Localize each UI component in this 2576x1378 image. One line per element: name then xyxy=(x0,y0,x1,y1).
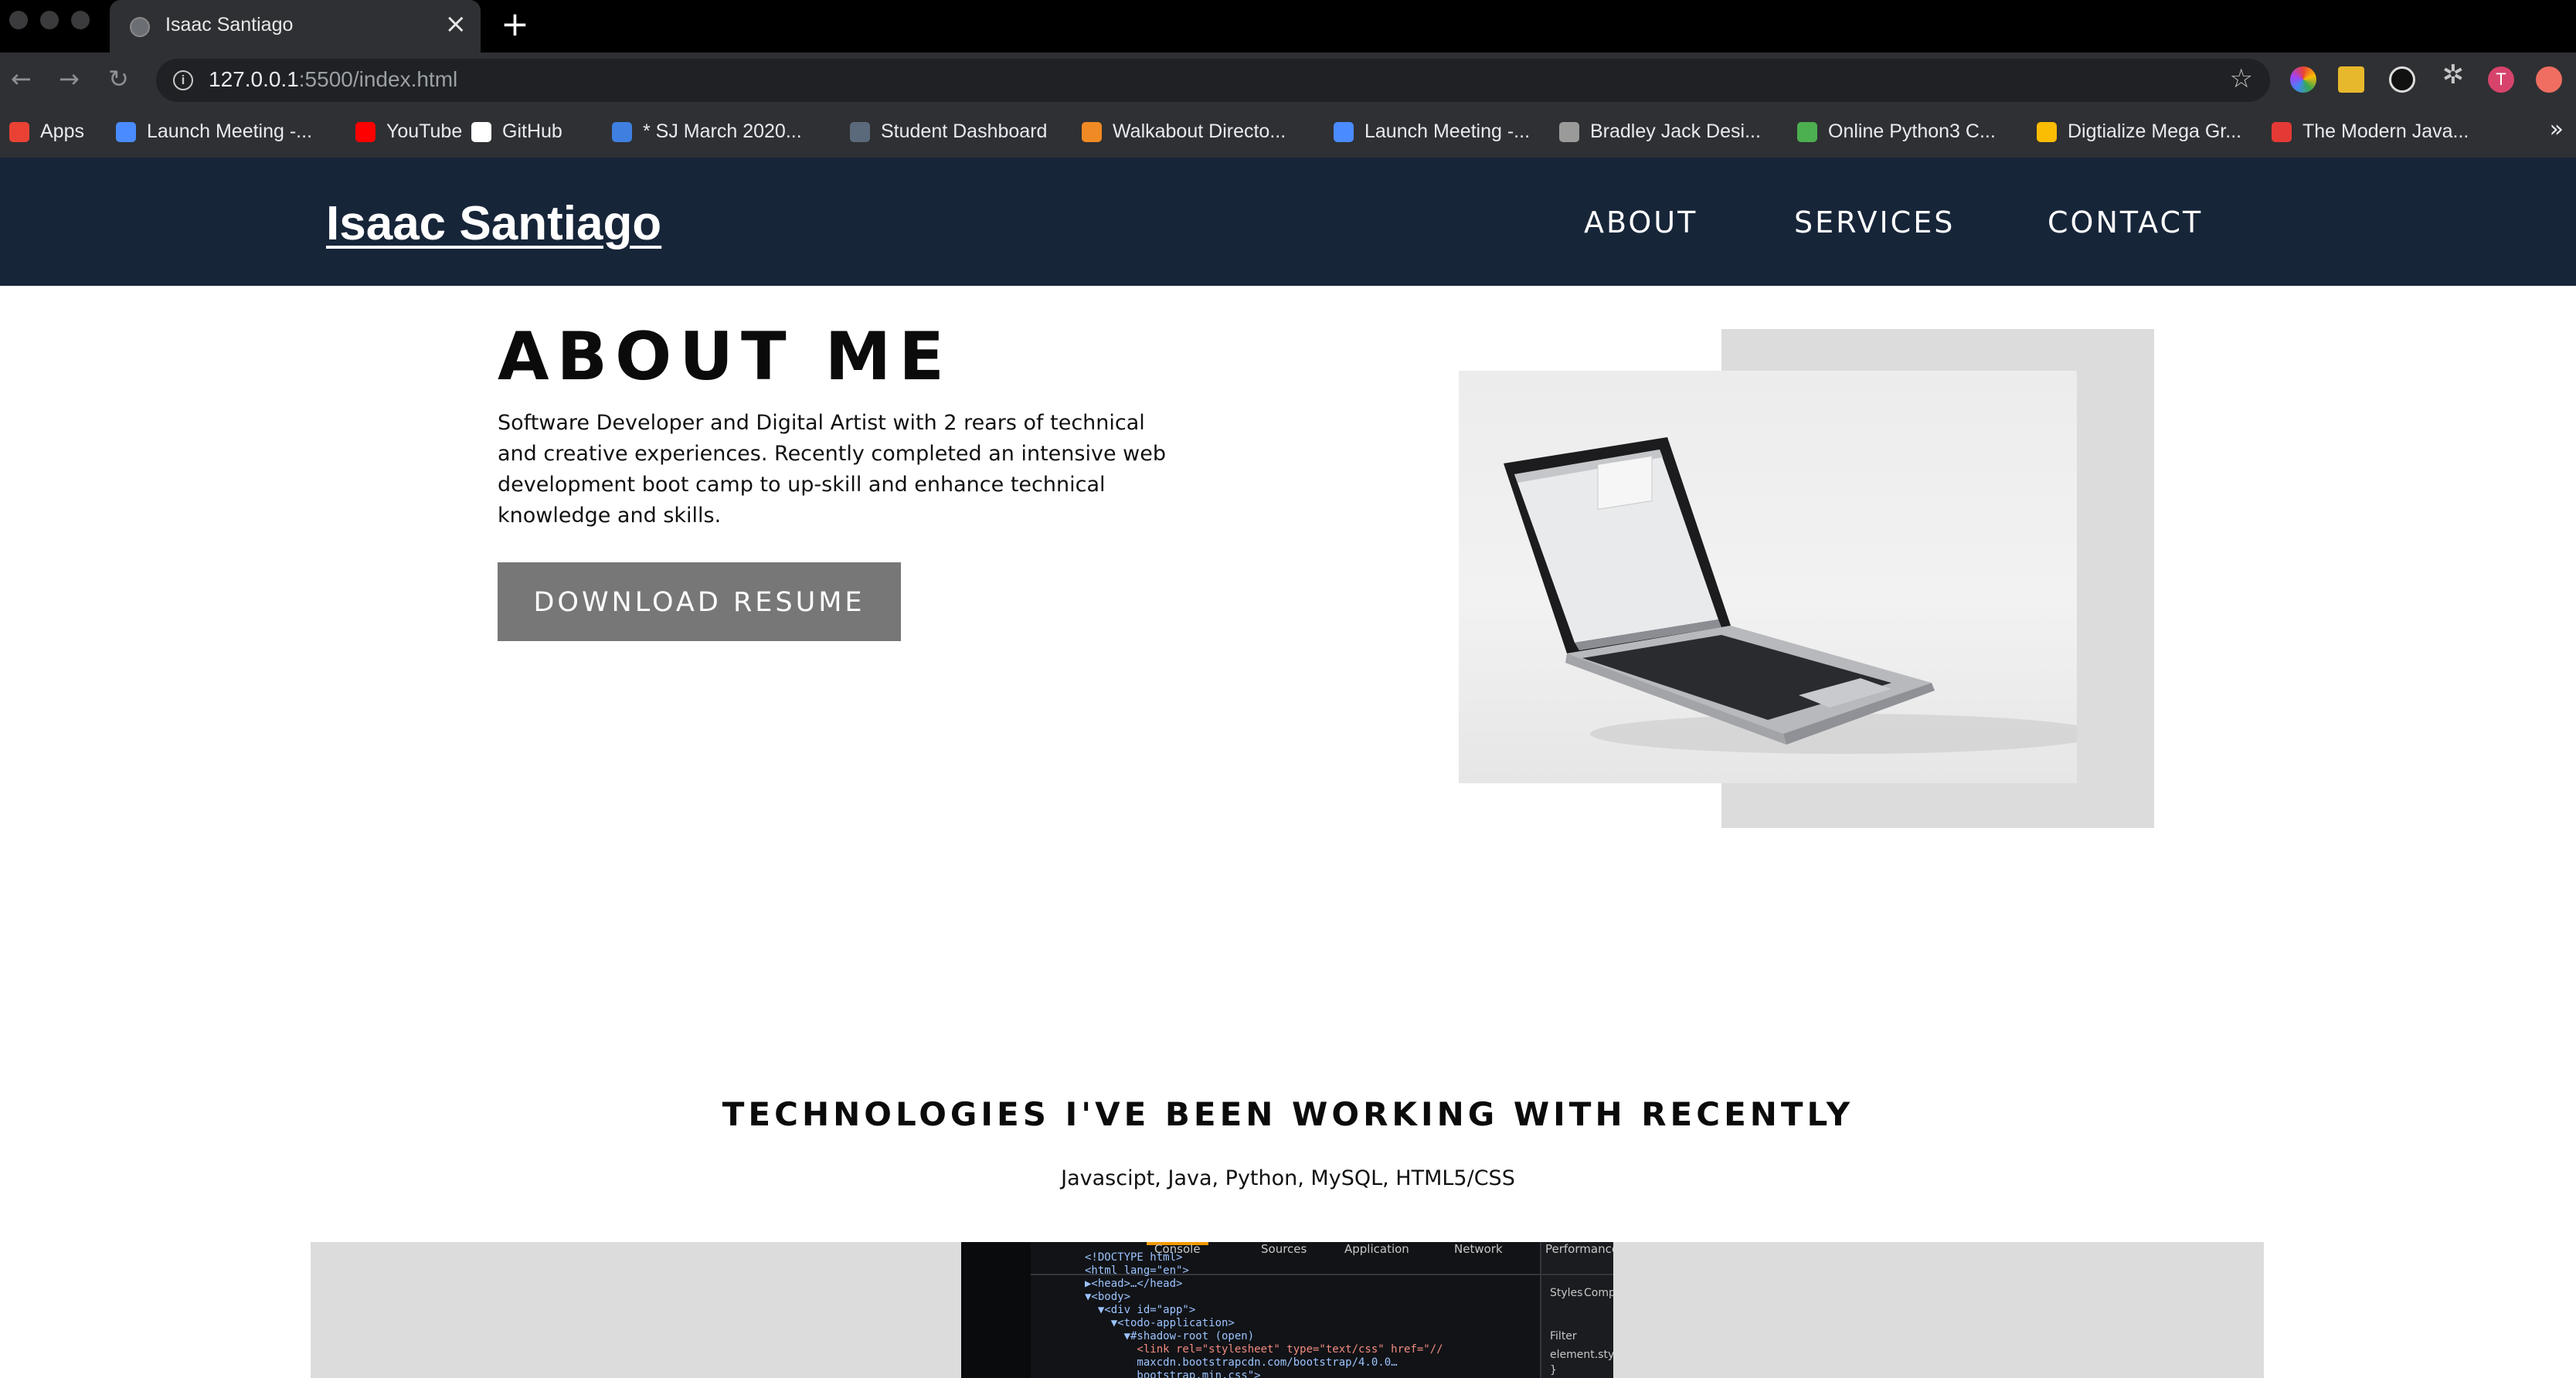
code-line: ▶<head>…</head> xyxy=(1085,1278,1182,1290)
minimize-window-icon[interactable] xyxy=(40,11,59,29)
bookmark-label: YouTube xyxy=(386,120,463,142)
bookmark-item[interactable]: The Modern Java... xyxy=(2272,120,2469,143)
forward-arrow-icon[interactable]: → xyxy=(59,63,80,94)
bookmark-item[interactable]: GitHub xyxy=(471,120,562,143)
bookmark-item[interactable]: * SJ March 2020... xyxy=(612,120,802,143)
brand-logo-link[interactable]: Isaac Santiago xyxy=(326,196,661,251)
bookmark-label: GitHub xyxy=(502,120,562,142)
bookmark-label: Apps xyxy=(40,120,84,142)
code-line: ▼#shadow-root (open) xyxy=(1085,1330,1254,1342)
bookmark-item[interactable]: Launch Meeting -... xyxy=(1334,120,1530,143)
github-icon xyxy=(471,121,491,142)
color-extension-icon[interactable] xyxy=(2290,66,2316,93)
figure-icon xyxy=(2272,121,2292,142)
url-path: :5500/index.html xyxy=(298,67,458,91)
bookmark-label: Walkabout Directo... xyxy=(1113,120,1286,142)
bookmark-item[interactable]: Launch Meeting -... xyxy=(116,120,312,143)
bookmark-star-icon[interactable]: ☆ xyxy=(2230,63,2253,94)
url-text[interactable]: 127.0.0.1:5500/index.html xyxy=(209,67,457,92)
yellow-extension-icon[interactable] xyxy=(2338,66,2364,93)
bookmark-item[interactable]: Digtialize Mega Gr... xyxy=(2037,120,2241,143)
about-heading: ABOUT ME xyxy=(498,318,952,395)
close-window-icon[interactable] xyxy=(9,11,28,29)
globe-icon xyxy=(130,17,150,37)
browser-tab-strip: Isaac Santiago × + xyxy=(0,0,2576,53)
back-arrow-icon[interactable]: ← xyxy=(11,63,32,94)
devtools-side-label: Comp xyxy=(1584,1287,1613,1299)
zoom-icon xyxy=(1334,121,1354,142)
address-bar[interactable]: i 127.0.0.1:5500/index.html ☆ xyxy=(156,59,2270,102)
bookmark-label: The Modern Java... xyxy=(2302,120,2469,142)
devtools-side-label: element.styl xyxy=(1550,1349,1613,1361)
bookmark-label: * SJ March 2020... xyxy=(643,120,802,142)
maximize-window-icon[interactable] xyxy=(71,11,90,29)
apps-grid-icon xyxy=(9,121,29,142)
browser-tab[interactable]: Isaac Santiago × xyxy=(110,0,481,53)
profile-avatar[interactable]: T xyxy=(2488,66,2514,93)
code-line: ▼<todo-application> xyxy=(1085,1317,1235,1329)
tab-title: Isaac Santiago xyxy=(165,14,294,36)
devtools-illustration: Console Sources Application Network Performa… xyxy=(961,1242,1613,1378)
bookmark-label: Student Dashboard xyxy=(881,120,1048,142)
info-icon[interactable]: i xyxy=(173,70,193,90)
power-icon xyxy=(612,121,632,142)
devtools-side-label: Filter xyxy=(1550,1330,1577,1342)
devtools-tab-label: Performance xyxy=(1545,1242,1613,1256)
more-bookmarks-icon[interactable]: » xyxy=(2550,116,2564,143)
dark-extension-icon[interactable] xyxy=(2389,66,2415,93)
red-extension-icon[interactable] xyxy=(2536,66,2562,93)
nav-contact-link[interactable]: CONTACT xyxy=(2048,205,2203,239)
devtools-tab-label: Sources xyxy=(1261,1242,1307,1256)
about-description: Software Developer and Digital Artist wi… xyxy=(498,411,1166,528)
bookmark-item[interactable]: YouTube xyxy=(355,120,462,143)
devtools-side-label: Styles xyxy=(1550,1287,1582,1299)
devtools-code-screenshot: Console Sources Application Network Performa… xyxy=(961,1242,1613,1378)
nav-about-link[interactable]: ABOUT xyxy=(1584,205,1698,239)
reload-icon[interactable]: ↻ xyxy=(108,63,129,94)
bookmark-item[interactable]: Apps xyxy=(9,120,84,143)
bookmark-item[interactable]: Bradley Jack Desi... xyxy=(1559,120,1761,143)
bookmarks-bar: Apps Launch Meeting -... YouTube GitHub * SJ… xyxy=(0,111,2576,158)
bookmark-label: Online Python3 C... xyxy=(1828,120,1996,142)
devtools-tab-label: Application xyxy=(1344,1242,1409,1256)
extensions-puzzle-icon[interactable]: ✲ xyxy=(2440,62,2466,88)
devtools-tab-label: Network xyxy=(1454,1242,1503,1256)
code-icon xyxy=(1797,121,1817,142)
bookmark-item[interactable]: Walkabout Directo... xyxy=(1082,120,1286,143)
code-line: <!DOCTYPE html> xyxy=(1085,1251,1182,1264)
code-line: maxcdn.bootstrapcdn.com/bootstrap/4.0.0… xyxy=(1085,1356,1398,1369)
gate-icon xyxy=(850,121,870,142)
bookmark-label: Bradley Jack Desi... xyxy=(1590,120,1761,142)
code-line: ▼<body> xyxy=(1085,1291,1130,1303)
new-tab-icon[interactable]: + xyxy=(501,8,529,42)
bookmark-label: Launch Meeting -... xyxy=(1364,120,1531,142)
person-icon xyxy=(1559,121,1579,142)
technologies-list: Javascipt, Java, Python, MySQL, HTML5/CS… xyxy=(1061,1166,1515,1190)
devtools-side-label: } xyxy=(1550,1364,1557,1376)
youtube-icon xyxy=(355,121,376,142)
code-line: bootstrap.min.css"> xyxy=(1085,1370,1261,1378)
code-line: ▼<div id="app"> xyxy=(1085,1304,1195,1316)
close-tab-icon[interactable]: × xyxy=(445,11,467,37)
walkabout-icon xyxy=(1082,121,1102,142)
bookmark-label: Digtialize Mega Gr... xyxy=(2068,120,2242,142)
nav-services-link[interactable]: SERVICES xyxy=(1794,205,1955,239)
laptop-illustration xyxy=(1504,437,2077,754)
code-line: <html lang="en"> xyxy=(1085,1264,1189,1277)
bookmark-item[interactable]: Student Dashboard xyxy=(850,120,1047,143)
site-navbar: Isaac Santiago ABOUT SERVICES CONTACT xyxy=(0,158,2576,286)
drive-icon xyxy=(2037,121,2057,142)
bookmark-item[interactable]: Online Python3 C... xyxy=(1797,120,1996,143)
bookmark-label: Launch Meeting -... xyxy=(147,120,313,142)
download-resume-button[interactable]: DOWNLOAD RESUME xyxy=(498,562,901,641)
laptop-photo xyxy=(1459,371,2077,783)
url-host: 127.0.0.1 xyxy=(209,67,299,91)
technologies-heading: TECHNOLOGIES I'VE BEEN WORKING WITH RECE… xyxy=(722,1095,1854,1133)
zoom-icon xyxy=(116,121,136,142)
code-line: <link rel="stylesheet" type="text/css" h… xyxy=(1085,1343,1443,1356)
